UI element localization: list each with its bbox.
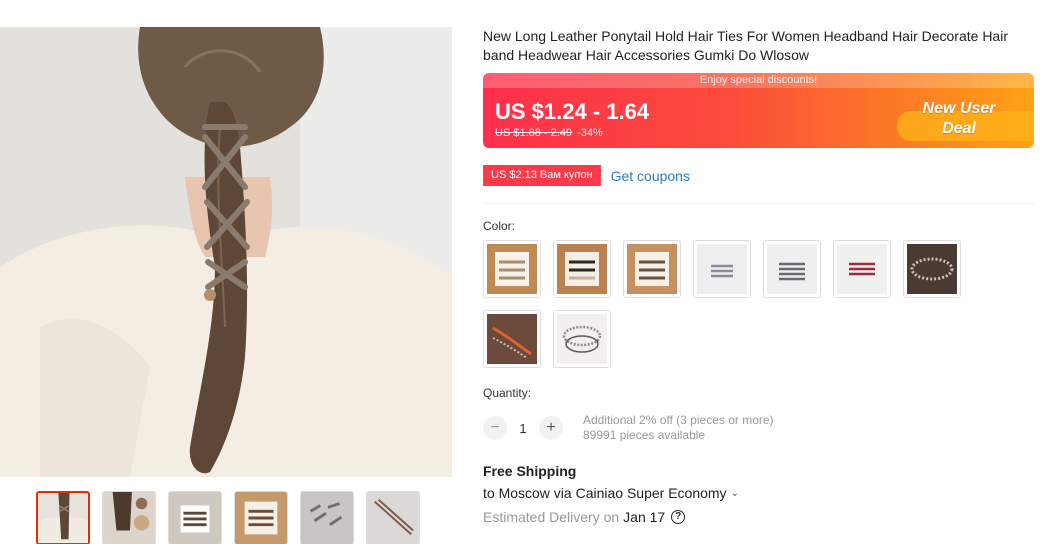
stock-available-text: 89991 pieces available [583, 428, 706, 442]
help-icon[interactable]: ? [671, 510, 686, 524]
thumbnail-ties-set-1[interactable] [168, 491, 222, 544]
quantity-increase-button[interactable]: + [539, 416, 563, 440]
shipping-route-text: to Moscow via Cainiao Super Economy [483, 485, 727, 501]
delivery-label: Estimated Delivery on [483, 509, 620, 525]
product-info: New Long Leather Ponytail Hold Hair Ties… [483, 27, 1035, 65]
shipping-title: Free Shipping [483, 463, 577, 479]
price-range: US $1.24 - 1.64 [495, 99, 650, 124]
coupon-tag[interactable]: US $2.13 Вам купон [481, 165, 601, 186]
deal-line-2: Deal [942, 120, 976, 137]
quantity-stepper: − 1 + Additional 2% off (3 pieces or mor… [483, 413, 774, 443]
quantity-decrease-button[interactable]: − [483, 416, 507, 440]
color-option-brown-beige-ties[interactable] [483, 240, 541, 298]
color-option-red-clips[interactable] [833, 240, 891, 298]
chevron-down-icon: ⌄ [730, 487, 739, 499]
delivery-date: Jan 17 [623, 509, 666, 525]
discount-percent: -34% [577, 127, 603, 139]
color-option-studded-band[interactable] [903, 240, 961, 298]
thumbnail-ties-set-2[interactable] [234, 491, 288, 544]
deal-line-1: New User [922, 100, 996, 117]
thumbnail-ponytail-side[interactable] [102, 491, 156, 544]
coupon-row: US $2.13 Вам купон Get coupons [481, 165, 690, 186]
price-banner: Enjoy special discounts! US $1.24 - 1.64… [483, 73, 1034, 148]
color-option-brown-ties[interactable] [623, 240, 681, 298]
thumbnail-headband-brown[interactable] [366, 491, 420, 544]
quantity-note: Additional 2% off (3 pieces or more) 899… [583, 413, 774, 443]
old-price-row: US $1.88 - 2.49 -34% [495, 127, 603, 139]
thumbnail-ponytail-back[interactable] [36, 491, 90, 544]
color-option-silver-bead-band[interactable] [553, 310, 611, 368]
bulk-discount-text: Additional 2% off (3 pieces or more) [583, 413, 774, 427]
color-option-grey-clips[interactable] [693, 240, 751, 298]
get-coupons-link[interactable]: Get coupons [611, 168, 690, 184]
section-divider [483, 203, 1034, 204]
shipping-route-selector[interactable]: to Moscow via Cainiao Super Economy ⌄ [483, 485, 739, 501]
new-user-deal-badge: New User Deal [904, 99, 1014, 139]
color-label: Color: [483, 219, 516, 233]
thumbnail-strip [36, 491, 420, 544]
quantity-label: Quantity: [483, 386, 532, 400]
old-price: US $1.88 - 2.49 [495, 127, 573, 139]
color-option-black-beige-ties[interactable] [553, 240, 611, 298]
color-option-orange-bead-band[interactable] [483, 310, 541, 368]
banner-top-text: Enjoy special discounts! [483, 73, 1034, 88]
quantity-input[interactable]: 1 [507, 421, 539, 436]
delivery-estimate: Estimated Delivery on Jan 17 ? [483, 509, 686, 525]
thumbnail-clips-set[interactable] [300, 491, 354, 544]
color-option-dark-grey-clips[interactable] [763, 240, 821, 298]
product-title: New Long Leather Ponytail Hold Hair Ties… [483, 28, 1008, 63]
main-product-image[interactable] [0, 27, 452, 477]
